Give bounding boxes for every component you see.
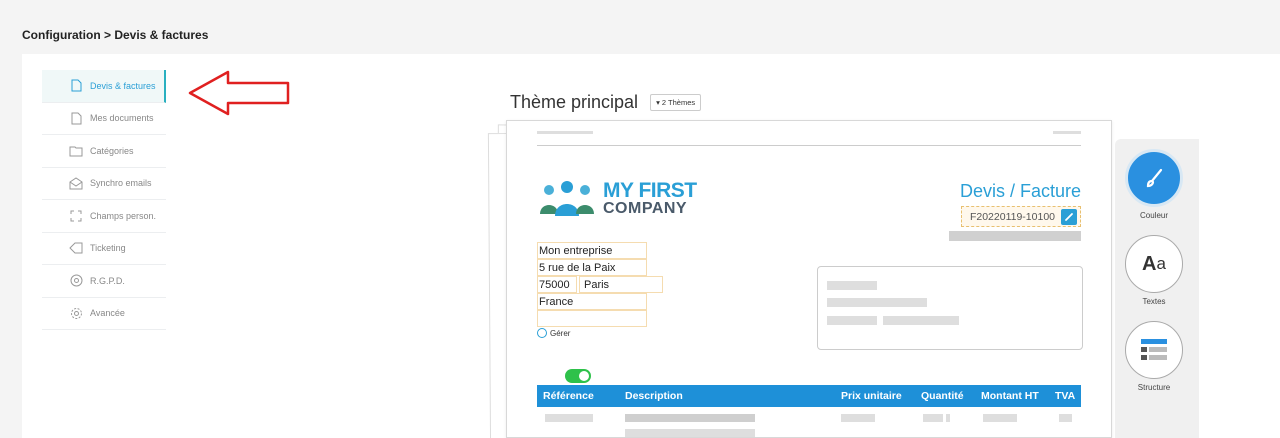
sidebar-item-mes-documents[interactable]: Mes documents	[42, 103, 166, 135]
sidebar-item-synchro-emails[interactable]: Synchro emails	[42, 168, 166, 200]
sidebar-item-label: Catégories	[90, 145, 134, 156]
folder-icon	[69, 144, 83, 158]
settings-sidebar: Devis & factures Mes documents Catégorie…	[42, 70, 166, 330]
placeholder-bar	[827, 298, 927, 307]
sidebar-item-label: R.G.P.D.	[90, 275, 125, 286]
logo-text-line1: MY FIRST	[603, 178, 697, 202]
placeholder-bar	[949, 231, 1081, 241]
sidebar-item-champs-person[interactable]: Champs person.	[42, 200, 166, 233]
structure-tool[interactable]: Structure	[1122, 321, 1186, 392]
manage-label: Gérer	[550, 328, 571, 338]
sidebar-item-label: Synchro emails	[90, 178, 152, 189]
table-layout-icon	[1125, 321, 1183, 379]
placeholder-bar	[841, 414, 875, 422]
company-logo[interactable]: MY FIRST COMPANY	[537, 178, 697, 218]
color-tool[interactable]: Couleur	[1122, 149, 1186, 220]
placeholder-bar	[537, 131, 593, 134]
col-vat[interactable]: TVA	[1055, 390, 1075, 402]
placeholder-bar	[1053, 131, 1081, 134]
shield-icon	[69, 274, 83, 288]
col-unit-price[interactable]: Prix unitaire	[841, 390, 902, 402]
email-icon	[69, 176, 83, 190]
company-extra-field[interactable]	[537, 310, 647, 327]
placeholder-bar	[946, 414, 950, 422]
sidebar-item-avancee[interactable]: Avancée	[42, 298, 166, 330]
placeholder-bar	[923, 414, 943, 422]
client-address-box[interactable]	[817, 266, 1083, 350]
document-icon	[69, 79, 83, 93]
col-description[interactable]: Description	[625, 390, 683, 402]
items-table-header: Référence Description Prix unitaire Quan…	[537, 385, 1081, 407]
edit-icon	[537, 328, 547, 338]
col-quantity[interactable]: Quantité	[921, 390, 964, 402]
theme-selector-button[interactable]: ▾ 2 Thèmes	[650, 94, 702, 111]
sidebar-item-ticketing[interactable]: Ticketing	[42, 233, 166, 265]
sidebar-item-label: Avancée	[90, 308, 125, 319]
col-amount[interactable]: Montant HT	[981, 390, 1039, 402]
manage-link[interactable]: Gérer	[537, 328, 570, 338]
theme-title: Thème principal	[510, 92, 639, 112]
expand-icon	[69, 209, 83, 223]
sidebar-item-label: Mes documents	[90, 113, 154, 124]
settings-card: Devis & factures Mes documents Catégorie…	[22, 54, 1280, 438]
placeholder-bar	[545, 414, 593, 422]
text-format-icon: Aa	[1125, 235, 1183, 293]
placeholder-bar	[1059, 414, 1072, 422]
document-number: F20220119-10100	[969, 210, 1055, 223]
brush-icon	[1125, 149, 1183, 207]
sidebar-item-categories[interactable]: Catégories	[42, 135, 166, 168]
sidebar-item-rgpd[interactable]: R.G.P.D.	[42, 265, 166, 298]
company-city-field[interactable]: Paris	[579, 276, 663, 293]
toggle-knob	[579, 371, 589, 381]
tag-icon	[69, 241, 83, 255]
breadcrumb: Configuration > Devis & factures	[22, 28, 209, 42]
placeholder-bar	[625, 414, 755, 422]
sidebar-item-label: Devis & factures	[90, 80, 156, 91]
document-number-field[interactable]: F20220119-10100	[960, 206, 1081, 227]
gear-icon	[69, 306, 83, 320]
edit-pencil-icon[interactable]	[1061, 208, 1077, 225]
document-icon	[69, 111, 83, 125]
placeholder-bar	[827, 316, 877, 325]
texts-tool[interactable]: Aa Textes	[1122, 235, 1186, 306]
logo-people-icon	[540, 181, 594, 216]
structure-tool-label: Structure	[1137, 383, 1171, 392]
sidebar-item-devis-factures[interactable]: Devis & factures	[42, 70, 166, 103]
red-arrow-annotation	[188, 70, 290, 116]
company-street-field[interactable]: 5 rue de la Paix	[537, 259, 647, 276]
placeholder-bar	[983, 414, 1017, 422]
theme-header: Thème principal ▾ 2 Thèmes	[510, 92, 702, 113]
sidebar-item-label: Champs person.	[90, 210, 157, 221]
texts-tool-label: Textes	[1142, 297, 1166, 306]
placeholder-bar	[883, 316, 959, 325]
logo-text-line2: COMPANY	[603, 199, 688, 217]
placeholder-bar	[827, 281, 877, 290]
placeholder-bar	[625, 429, 755, 437]
tools-panel: Couleur Aa Textes Structure	[1115, 139, 1199, 438]
company-country-field[interactable]: France	[537, 293, 647, 310]
company-name-field[interactable]: Mon entreprise	[537, 242, 647, 259]
reference-column-toggle[interactable]	[565, 369, 591, 383]
document-title: Devis / Facture	[959, 181, 1081, 201]
sidebar-item-label: Ticketing	[90, 243, 126, 254]
company-zip-field[interactable]: 75000	[537, 276, 577, 293]
color-tool-label: Couleur	[1139, 211, 1168, 220]
divider	[537, 145, 1081, 146]
invoice-preview: MY FIRST COMPANY Devis / Facture F202201…	[506, 120, 1112, 438]
col-reference[interactable]: Référence	[543, 390, 594, 402]
